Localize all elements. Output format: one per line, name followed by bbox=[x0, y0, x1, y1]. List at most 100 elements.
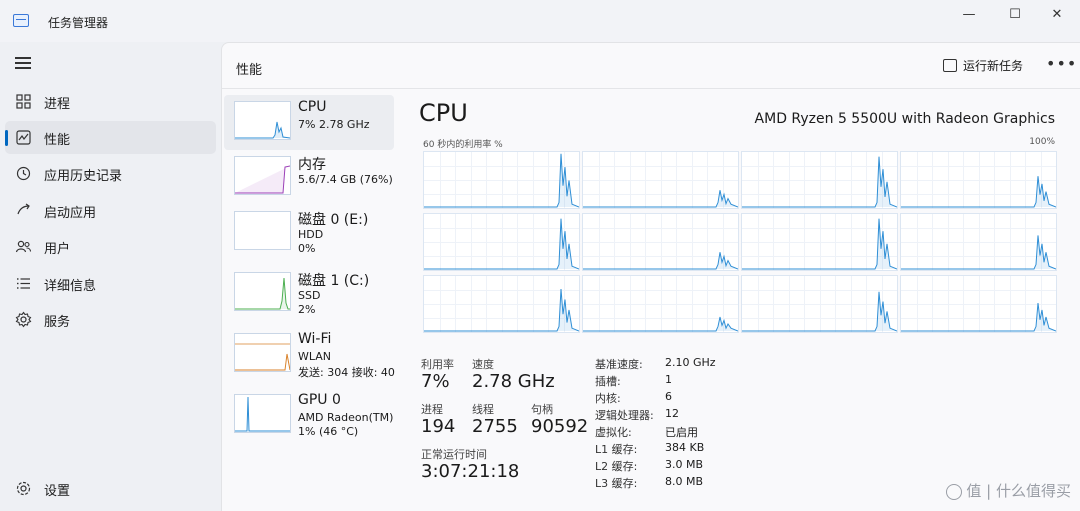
services-icon bbox=[15, 311, 32, 328]
watermark-text: 值 | 什么值得买 bbox=[966, 482, 1071, 500]
spec-key-base-speed: 基准速度: bbox=[595, 358, 643, 371]
spec-value-virtualization: 已启用 bbox=[665, 426, 698, 439]
processes-icon bbox=[15, 93, 32, 110]
speed-value: 2.78 GHz bbox=[472, 371, 555, 392]
watermark-logo-icon bbox=[946, 483, 963, 500]
navigation-pane: 进程 性能 应用历史记录 启动应用 用户 详细信息 服务 设置 bbox=[0, 42, 220, 510]
uptime-label: 正常运行时间 bbox=[421, 448, 487, 461]
history-icon bbox=[15, 165, 32, 182]
resource-name: 磁盘 1 (C:) bbox=[298, 273, 370, 289]
nav-item-startup[interactable]: 启动应用 bbox=[5, 194, 216, 227]
run-new-task-button[interactable]: 运行新任务 bbox=[943, 57, 1023, 75]
usage-line bbox=[424, 218, 579, 270]
resource-detail: HDD bbox=[298, 228, 324, 241]
usage-trace bbox=[901, 176, 1056, 208]
resource-detail: 5.6/7.4 GB (76%) bbox=[298, 173, 393, 186]
nav-item-app-history[interactable]: 应用历史记录 bbox=[5, 157, 216, 190]
threads-value: 2755 bbox=[472, 416, 518, 437]
spec-key-l3-cache: L3 缓存: bbox=[595, 477, 638, 490]
spec-value-l1-cache: 384 KB bbox=[665, 441, 705, 454]
usage-trace bbox=[424, 288, 579, 332]
resource-name: GPU 0 bbox=[298, 392, 341, 408]
logical-processor-graph bbox=[900, 213, 1057, 271]
logical-processor-graph bbox=[741, 151, 898, 209]
disk0-thumbnail-graph bbox=[234, 211, 291, 250]
performance-header: 性能 运行新任务 ••• bbox=[222, 43, 1080, 89]
cpu-thumbnail-graph bbox=[234, 101, 291, 140]
resource-item-gpu-0[interactable]: GPU 0 AMD Radeon(TM) ... 1% (46 °C) bbox=[224, 388, 396, 443]
nav-item-performance[interactable]: 性能 bbox=[5, 121, 216, 154]
usage-trace bbox=[424, 153, 579, 208]
usage-line bbox=[583, 190, 738, 208]
usage-line bbox=[901, 176, 1056, 208]
utilization-value: 7% bbox=[421, 371, 450, 392]
nav-label-users: 用户 bbox=[44, 242, 71, 257]
logical-processor-graph bbox=[582, 275, 739, 333]
detail-title: CPU bbox=[419, 99, 468, 127]
processes-label: 进程 bbox=[421, 403, 443, 416]
usage-trace bbox=[583, 190, 738, 208]
resource-item-cpu[interactable]: CPU 7% 2.78 GHz bbox=[224, 95, 394, 150]
spec-key-cores: 内核: bbox=[595, 392, 621, 405]
nav-label-processes: 进程 bbox=[44, 97, 71, 112]
maximize-button[interactable]: ☐ bbox=[992, 4, 1038, 26]
spec-value-sockets: 1 bbox=[665, 373, 672, 386]
resource-item-disk-1[interactable]: 磁盘 1 (C:) SSD 2% bbox=[224, 266, 394, 321]
startup-icon bbox=[15, 202, 32, 219]
active-indicator bbox=[5, 130, 8, 146]
resource-usage: 0% bbox=[298, 242, 316, 255]
watermark: 值 | 什么值得买 bbox=[946, 480, 1071, 501]
spec-key-l1-cache: L1 缓存: bbox=[595, 443, 638, 456]
resource-detail: 7% 2.78 GHz bbox=[298, 118, 370, 131]
resource-name: 磁盘 0 (E:) bbox=[298, 212, 369, 228]
utilization-label: 利用率 bbox=[421, 358, 454, 371]
nav-item-services[interactable]: 服务 bbox=[5, 303, 216, 336]
logical-processor-graph bbox=[582, 213, 739, 271]
cpu-model-name: AMD Ryzen 5 5500U with Radeon Graphics bbox=[754, 111, 1055, 127]
usage-trace bbox=[742, 291, 897, 332]
resource-detail: SSD bbox=[298, 289, 321, 302]
usage-trace bbox=[583, 316, 738, 332]
wifi-thumbnail-graph bbox=[234, 333, 291, 372]
spec-key-l2-cache: L2 缓存: bbox=[595, 460, 638, 473]
hamburger-menu-icon[interactable] bbox=[15, 57, 31, 69]
performance-icon bbox=[15, 129, 32, 146]
resource-item-memory[interactable]: 内存 5.6/7.4 GB (76%) bbox=[224, 150, 394, 205]
usage-line bbox=[742, 291, 897, 332]
spec-value-base-speed: 2.10 GHz bbox=[665, 356, 716, 369]
logical-processor-graph bbox=[741, 213, 898, 271]
users-icon bbox=[15, 238, 32, 255]
resource-item-disk-0[interactable]: 磁盘 0 (E:) HDD 0% bbox=[224, 205, 394, 260]
resource-throughput: 发送: 304 接收: 40.0 bbox=[298, 366, 396, 379]
run-task-icon bbox=[943, 59, 957, 72]
handles-value: 90592 bbox=[531, 416, 589, 437]
nav-item-settings[interactable]: 设置 bbox=[5, 472, 216, 505]
usage-line bbox=[424, 153, 579, 208]
spec-value-l3-cache: 8.0 MB bbox=[665, 475, 704, 488]
resource-detail: WLAN bbox=[298, 350, 332, 363]
uptime-value: 3:07:21:18 bbox=[421, 461, 520, 482]
title-bar: 任务管理器 — ☐ ✕ bbox=[0, 0, 1080, 42]
resource-name: 内存 bbox=[298, 157, 326, 173]
nav-label-startup: 启动应用 bbox=[44, 206, 97, 221]
usage-trace bbox=[901, 302, 1056, 332]
resource-usage: 2% bbox=[298, 303, 316, 316]
nav-item-users[interactable]: 用户 bbox=[5, 230, 216, 263]
processes-value: 194 bbox=[421, 416, 456, 437]
close-button[interactable]: ✕ bbox=[1034, 4, 1080, 26]
nav-label-settings: 设置 bbox=[44, 484, 71, 499]
nav-label-performance: 性能 bbox=[44, 133, 71, 148]
nav-item-processes[interactable]: 进程 bbox=[5, 85, 216, 118]
spec-key-logical-processors: 逻辑处理器: bbox=[595, 409, 654, 422]
logical-processor-graph bbox=[582, 151, 739, 209]
disk1-thumbnail-graph bbox=[234, 272, 291, 311]
memory-thumbnail-graph bbox=[234, 156, 291, 195]
nav-label-app-history: 应用历史记录 bbox=[44, 169, 123, 184]
nav-item-details[interactable]: 详细信息 bbox=[5, 267, 216, 300]
resource-item-wifi[interactable]: Wi-Fi WLAN 发送: 304 接收: 40.0 bbox=[224, 327, 396, 382]
logical-processor-graph bbox=[423, 151, 580, 209]
usage-line bbox=[424, 288, 579, 332]
usage-line bbox=[742, 156, 897, 208]
minimize-button[interactable]: — bbox=[946, 4, 992, 26]
more-options-button[interactable]: ••• bbox=[1046, 54, 1077, 73]
